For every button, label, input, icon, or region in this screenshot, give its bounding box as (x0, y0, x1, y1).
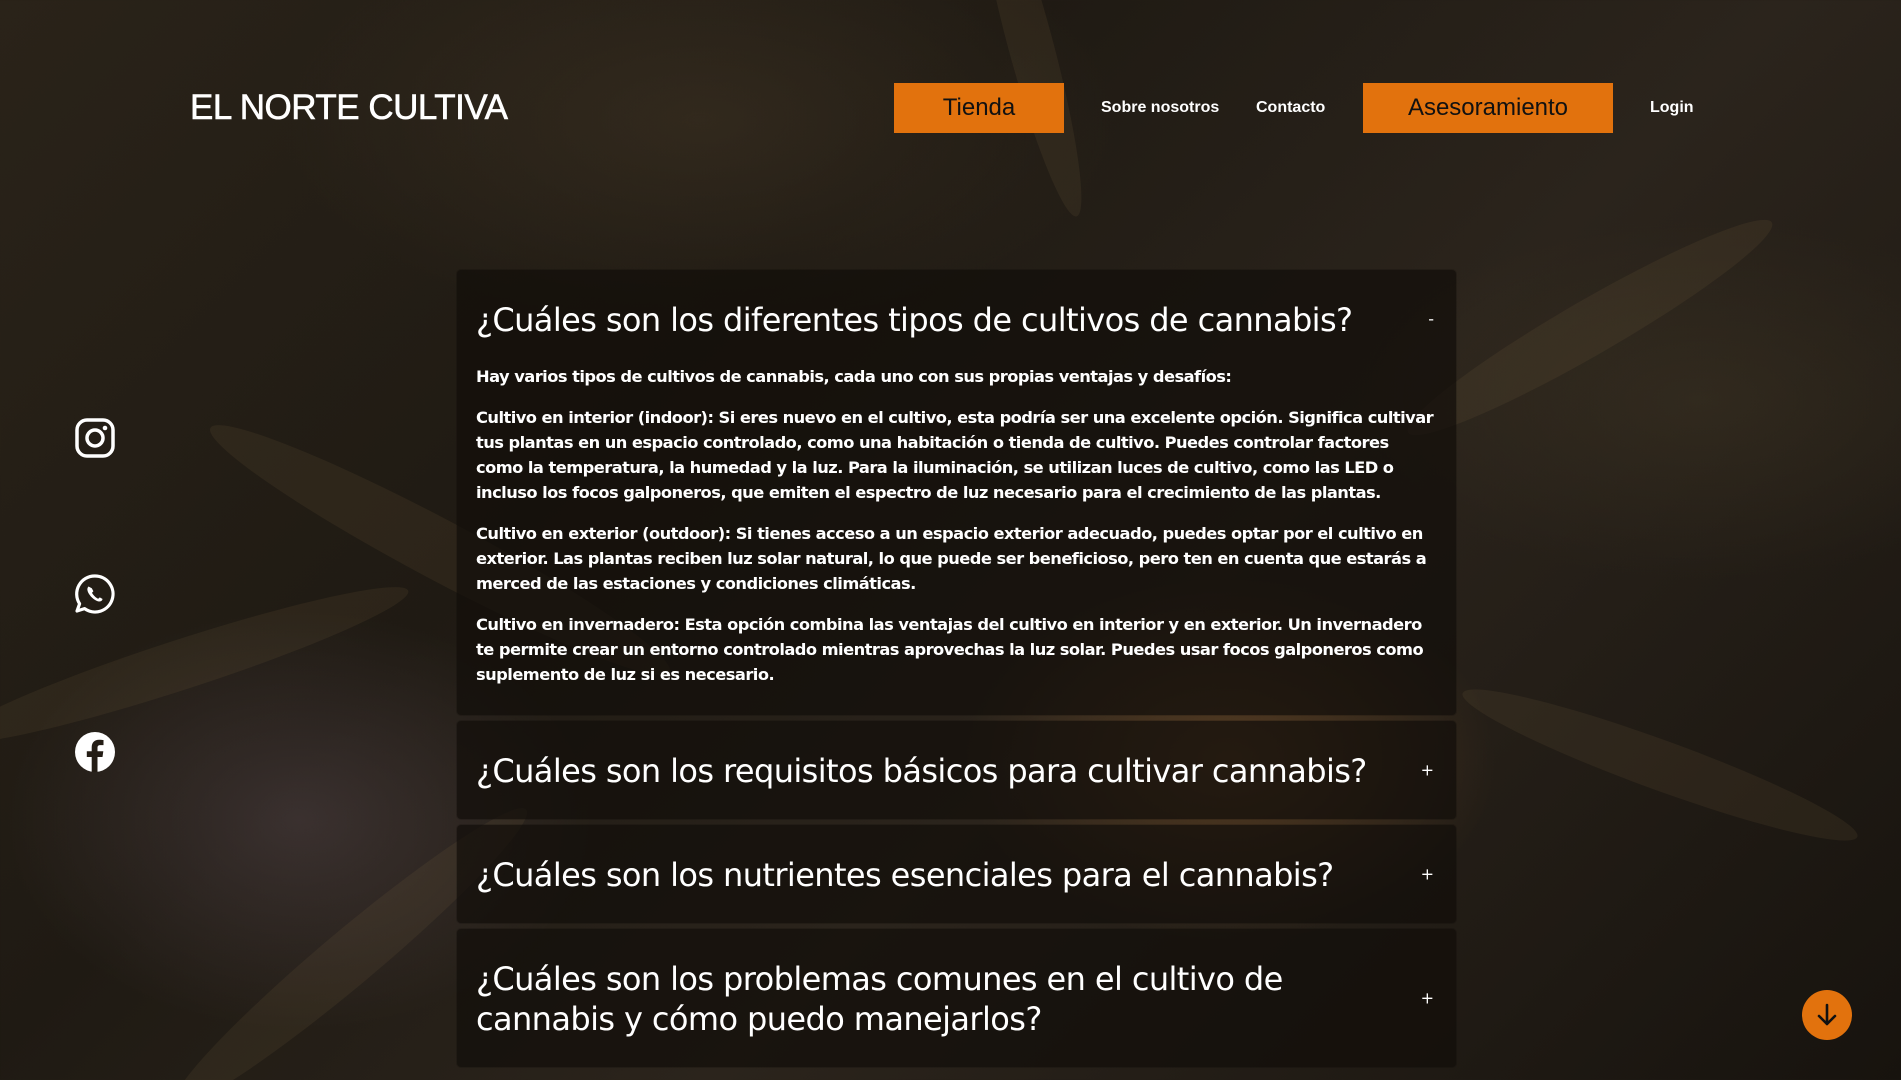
instagram-icon[interactable] (74, 417, 116, 459)
faq-question: ¿Cuáles son los problemas comunes en el … (476, 960, 1283, 1038)
nav-link-sobre-nosotros[interactable]: Sobre nosotros (1101, 83, 1219, 133)
faq-item-header[interactable]: ¿Cuáles son los nutrientes esenciales pa… (457, 825, 1456, 923)
faq-accordion: ¿Cuáles son los diferentes tipos de cult… (457, 270, 1456, 1073)
faq-answer: Hay varios tipos de cultivos de cannabis… (457, 364, 1456, 715)
expand-icon[interactable]: + (1421, 865, 1434, 884)
nav-button-asesoramiento[interactable]: Asesoramiento (1363, 83, 1613, 133)
faq-item-header[interactable]: ¿Cuáles son los diferentes tipos de cult… (457, 270, 1456, 368)
main-nav: Tienda Sobre nosotros Contacto Asesorami… (0, 83, 1901, 133)
background-leaf (0, 567, 416, 763)
faq-item: ¿Cuáles son los nutrientes esenciales pa… (457, 825, 1456, 923)
faq-answer-paragraph: Cultivo en interior (indoor): Si eres nu… (476, 408, 1434, 502)
expand-icon[interactable]: + (1421, 761, 1434, 780)
faq-item-header[interactable]: ¿Cuáles son los requisitos básicos para … (457, 721, 1456, 819)
faq-question: ¿Cuáles son los diferentes tipos de cult… (476, 301, 1353, 339)
background-leaf (1454, 669, 1866, 861)
scroll-down-button[interactable] (1802, 990, 1852, 1040)
whatsapp-icon[interactable] (74, 573, 116, 615)
faq-answer-paragraph: Cultivo en invernadero: Esta opción comb… (476, 615, 1424, 684)
nav-link-login[interactable]: Login (1650, 83, 1694, 133)
faq-item: ¿Cuáles son los requisitos básicos para … (457, 721, 1456, 819)
faq-question: ¿Cuáles son los nutrientes esenciales pa… (476, 856, 1334, 894)
faq-answer-paragraph: Cultivo en exterior (outdoor): Si tienes… (476, 524, 1427, 593)
faq-item: ¿Cuáles son los problemas comunes en el … (457, 929, 1456, 1067)
collapse-icon[interactable]: - (1428, 310, 1434, 329)
facebook-icon[interactable] (74, 731, 116, 773)
arrow-down-icon (1817, 1003, 1837, 1026)
faq-item: ¿Cuáles son los diferentes tipos de cult… (457, 270, 1456, 715)
nav-button-tienda[interactable]: Tienda (894, 83, 1064, 133)
faq-item-header[interactable]: ¿Cuáles son los problemas comunes en el … (457, 929, 1456, 1067)
faq-question: ¿Cuáles son los requisitos básicos para … (476, 752, 1367, 790)
nav-link-contacto[interactable]: Contacto (1256, 83, 1325, 133)
expand-icon[interactable]: + (1421, 989, 1434, 1008)
